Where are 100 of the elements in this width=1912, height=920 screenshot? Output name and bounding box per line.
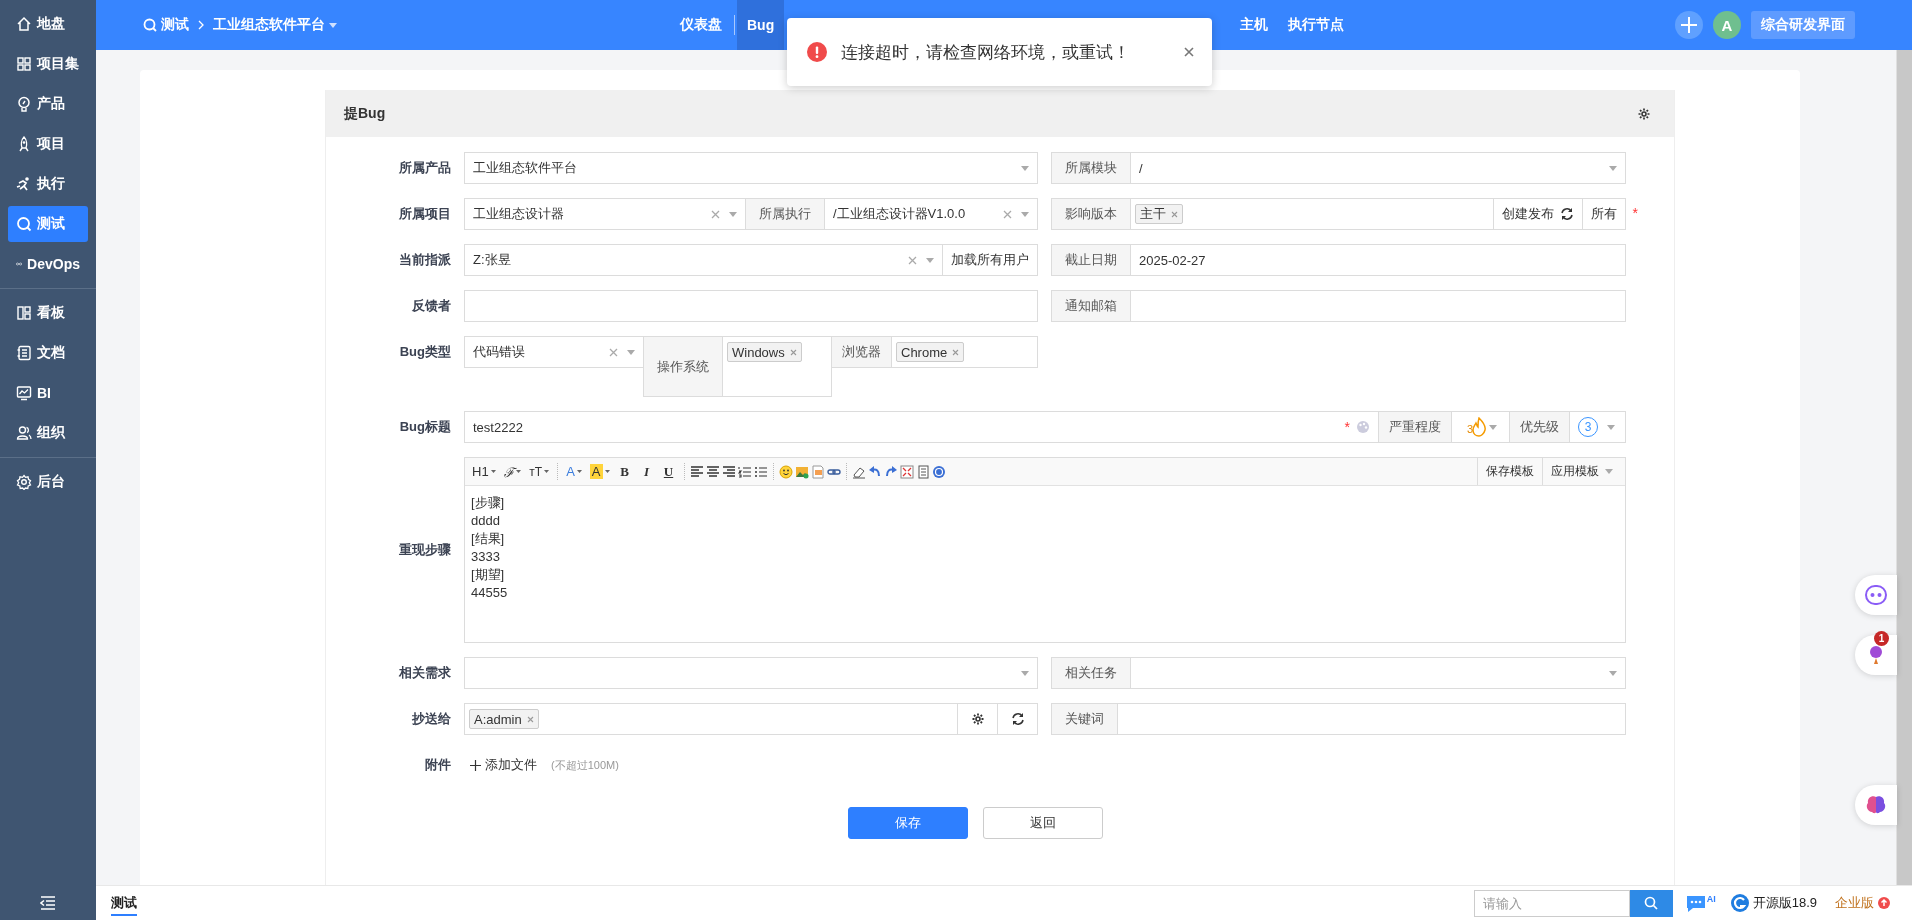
input-field[interactable] bbox=[1130, 290, 1626, 322]
sidebar-item[interactable]: 项目 bbox=[8, 126, 88, 162]
lightbulb-icon bbox=[16, 96, 32, 112]
tag-field[interactable]: A:admin bbox=[464, 703, 958, 735]
collapse-icon bbox=[40, 896, 56, 910]
sidebar-item[interactable]: 地盘 bbox=[8, 6, 88, 42]
caret-icon bbox=[1489, 424, 1497, 430]
search-icon bbox=[1644, 896, 1659, 910]
ai-chat-button[interactable]: AI bbox=[1684, 894, 1716, 912]
nav-tab[interactable]: 仪表盘 bbox=[670, 0, 732, 50]
sidebar-item[interactable]: 组织 bbox=[8, 415, 88, 451]
clear-icon bbox=[1003, 209, 1012, 219]
remove-icon bbox=[1171, 210, 1178, 218]
select-field[interactable] bbox=[1130, 657, 1626, 689]
form-label: 重现步骤 bbox=[398, 541, 451, 559]
tag-field[interactable]: Chrome bbox=[891, 336, 1038, 368]
select-field[interactable]: 工业组态设计器 bbox=[464, 198, 746, 230]
form-label: Bug类型 bbox=[398, 343, 451, 361]
required-mark: * bbox=[1344, 419, 1350, 435]
field-label: 相关任务 bbox=[1051, 657, 1131, 689]
scrollbar[interactable] bbox=[1896, 50, 1912, 885]
edition-link[interactable]: 企业版 bbox=[1835, 894, 1890, 912]
caret-icon bbox=[1609, 165, 1617, 171]
form-title: 提Bug bbox=[344, 104, 386, 123]
sidebar-item[interactable]: 项目集 bbox=[8, 46, 88, 82]
redo-icon bbox=[883, 464, 898, 479]
tag-text: A:admin bbox=[474, 711, 522, 727]
nav-tab[interactable]: Bug bbox=[737, 0, 785, 50]
apply-template-button[interactable]: 应用模板 bbox=[1542, 458, 1621, 485]
sidebar-item[interactable]: 执行 bbox=[8, 166, 88, 202]
version-link[interactable]: 开源版18.9 bbox=[1729, 893, 1817, 913]
back-button[interactable]: 返回 bbox=[982, 807, 1103, 839]
settings-icon bbox=[16, 474, 32, 490]
field-label: 影响版本 bbox=[1051, 198, 1131, 230]
code-icon bbox=[810, 464, 825, 479]
italic-button[interactable]: I bbox=[636, 461, 657, 482]
field-label: 截止日期 bbox=[1051, 244, 1131, 276]
editor-content[interactable]: [步骤] dddd [结果] 3333 [期望] 44555 bbox=[465, 486, 1625, 642]
breadcrumb-link[interactable]: 测试 bbox=[143, 16, 189, 34]
field-label: 通知邮箱 bbox=[1051, 290, 1131, 322]
tag-text: 主干 bbox=[1140, 205, 1166, 223]
search-button[interactable] bbox=[1629, 889, 1673, 917]
sidebar-item[interactable]: 产品 bbox=[8, 86, 88, 122]
heading-button[interactable]: H1 bbox=[469, 461, 499, 482]
sidebar-item[interactable]: BI bbox=[8, 375, 88, 411]
sidebar-item[interactable]: DevOps bbox=[8, 246, 88, 282]
caret-icon bbox=[544, 470, 550, 473]
product-switcher[interactable]: 工业组态软件平台 bbox=[213, 16, 337, 34]
tag-field[interactable]: Windows bbox=[722, 336, 832, 397]
select-field[interactable]: Z:张昱 bbox=[464, 244, 943, 276]
field-label: 优先级 bbox=[1509, 411, 1570, 443]
clear-icon bbox=[711, 209, 720, 219]
select-field[interactable] bbox=[464, 657, 1038, 689]
footer-tab[interactable]: 测试 bbox=[111, 890, 137, 916]
form-label: 反馈者 bbox=[411, 297, 451, 315]
save-button[interactable]: 保存 bbox=[847, 807, 968, 839]
input-field[interactable] bbox=[1117, 703, 1626, 735]
caret-icon bbox=[1607, 424, 1615, 430]
font-size-button[interactable]: тT bbox=[526, 461, 553, 482]
save-template-button[interactable]: 保存模板 bbox=[1477, 458, 1542, 485]
caret-icon bbox=[1021, 165, 1029, 171]
select-field[interactable]: 工业组态软件平台 bbox=[464, 152, 1038, 184]
input-field[interactable] bbox=[464, 290, 1038, 322]
load-users-button[interactable]: 加载所有用户 bbox=[942, 244, 1038, 276]
palette-icon bbox=[1356, 420, 1370, 434]
clear-icon bbox=[609, 347, 618, 357]
all-builds-button[interactable]: 所有 bbox=[1582, 198, 1626, 230]
underline-button[interactable]: U bbox=[658, 461, 679, 482]
ai-brain-button[interactable] bbox=[1855, 785, 1897, 825]
chevron-icon bbox=[197, 20, 205, 30]
select-field[interactable]: /工业组态设计器V1.0.0 bbox=[824, 198, 1038, 230]
select-field[interactable]: 代码错误 bbox=[464, 336, 644, 368]
settings-button[interactable] bbox=[957, 703, 998, 735]
font-family-button[interactable]: ℱ bbox=[500, 461, 525, 482]
sidebar-item[interactable]: 看板 bbox=[8, 295, 88, 331]
caret-icon bbox=[1021, 211, 1029, 217]
assistant-button[interactable] bbox=[1855, 575, 1897, 615]
monitor-icon bbox=[16, 385, 32, 401]
settings-icon bbox=[1638, 107, 1650, 120]
sidebar-item[interactable]: 文档 bbox=[8, 335, 88, 371]
form-label: 抄送给 bbox=[411, 710, 451, 728]
close-icon bbox=[1184, 47, 1194, 57]
add-file-button[interactable]: 添加文件 bbox=[470, 756, 537, 774]
nav-tab[interactable]: 执行节点 bbox=[1278, 0, 1355, 50]
tag-field[interactable]: 主干 bbox=[1130, 198, 1494, 230]
tag-text: Chrome bbox=[901, 344, 948, 360]
highlight-button[interactable]: A bbox=[586, 461, 613, 482]
nav-tab[interactable]: 主机 bbox=[1230, 0, 1279, 50]
refresh-button[interactable] bbox=[997, 703, 1038, 735]
caret-icon bbox=[329, 22, 337, 28]
sidebar-item[interactable]: 测试 bbox=[8, 206, 88, 242]
search-field[interactable]: 请输入 bbox=[1473, 889, 1630, 917]
title-field[interactable]: test2222 * bbox=[464, 411, 1379, 443]
bold-button[interactable]: B bbox=[614, 461, 635, 482]
sidebar-item[interactable]: 后台 bbox=[8, 464, 88, 500]
select-field[interactable]: / bbox=[1130, 152, 1626, 184]
paste-icon bbox=[915, 464, 930, 479]
create-release-button[interactable]: 创建发布 bbox=[1493, 198, 1583, 230]
input-field[interactable]: 2025-02-27 bbox=[1130, 244, 1626, 276]
font-color-button[interactable]: A bbox=[563, 461, 585, 482]
